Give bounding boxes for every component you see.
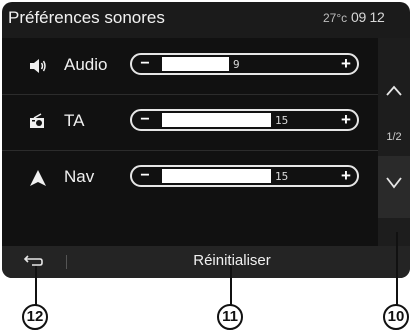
setting-row-ta: TA − 15 + <box>2 94 378 150</box>
setting-label: TA <box>64 111 85 130</box>
callout-leader <box>35 266 37 306</box>
audio-volume-slider[interactable]: − 9 + <box>130 53 359 75</box>
slider-track[interactable]: 15 <box>162 113 322 127</box>
callout-badge: 11 <box>217 304 243 330</box>
scroll-down-button[interactable] <box>378 156 410 218</box>
scroll-up-button[interactable] <box>378 60 410 122</box>
decrease-button[interactable]: − <box>138 56 152 72</box>
setting-label: Nav <box>64 167 95 186</box>
increase-button[interactable]: + <box>339 111 353 129</box>
back-button[interactable] <box>2 246 62 278</box>
footer-divider <box>66 255 67 269</box>
sound-preferences-screen: Préférences sonores 27°c 09 12 Audio − 9… <box>2 2 410 278</box>
reset-button[interactable]: Réinitialiser <box>132 246 332 278</box>
callout-leader <box>230 266 232 306</box>
slider-value: 9 <box>233 58 240 71</box>
slider-fill <box>162 169 271 183</box>
chevron-up-icon <box>386 85 402 96</box>
ta-volume-slider[interactable]: − 15 + <box>130 109 359 131</box>
increase-button[interactable]: + <box>339 55 353 73</box>
slider-value: 15 <box>275 114 289 127</box>
speaker-icon <box>28 57 48 75</box>
nav-volume-slider[interactable]: − 15 + <box>130 165 359 187</box>
temperature-readout: 27°c <box>323 11 348 25</box>
setting-row-audio: Audio − 9 + <box>2 38 378 94</box>
chevron-down-icon <box>386 177 402 189</box>
header-bar: Préférences sonores 27°c 09 12 <box>2 2 410 38</box>
back-arrow-icon <box>23 255 43 266</box>
clock: 09 12 <box>351 9 385 25</box>
footer-bar: Réinitialiser <box>2 246 410 278</box>
settings-panel: Audio − 9 + TA − 15 + Nav − 15 + 1/2 <box>2 38 410 246</box>
slider-value: 15 <box>275 170 289 183</box>
callout-badge: 10 <box>383 304 409 330</box>
decrease-button[interactable]: − <box>138 112 152 128</box>
slider-fill <box>162 57 229 71</box>
reset-label: Réinitialiser <box>193 252 271 269</box>
slider-fill <box>162 113 271 127</box>
callout-badge: 12 <box>22 304 48 330</box>
page-indicator: 1/2 <box>386 131 402 143</box>
page-title: Préférences sonores <box>8 8 165 27</box>
decrease-button[interactable]: − <box>138 168 152 184</box>
navigation-arrow-icon <box>28 169 48 187</box>
slider-track[interactable]: 9 <box>162 57 322 71</box>
radio-icon <box>28 113 48 131</box>
slider-track[interactable]: 15 <box>162 169 322 183</box>
callout-leader <box>396 232 398 306</box>
scroll-column: 1/2 <box>378 38 410 246</box>
setting-label: Audio <box>64 55 108 74</box>
setting-row-nav: Nav − 15 + <box>2 150 378 206</box>
increase-button[interactable]: + <box>339 167 353 185</box>
